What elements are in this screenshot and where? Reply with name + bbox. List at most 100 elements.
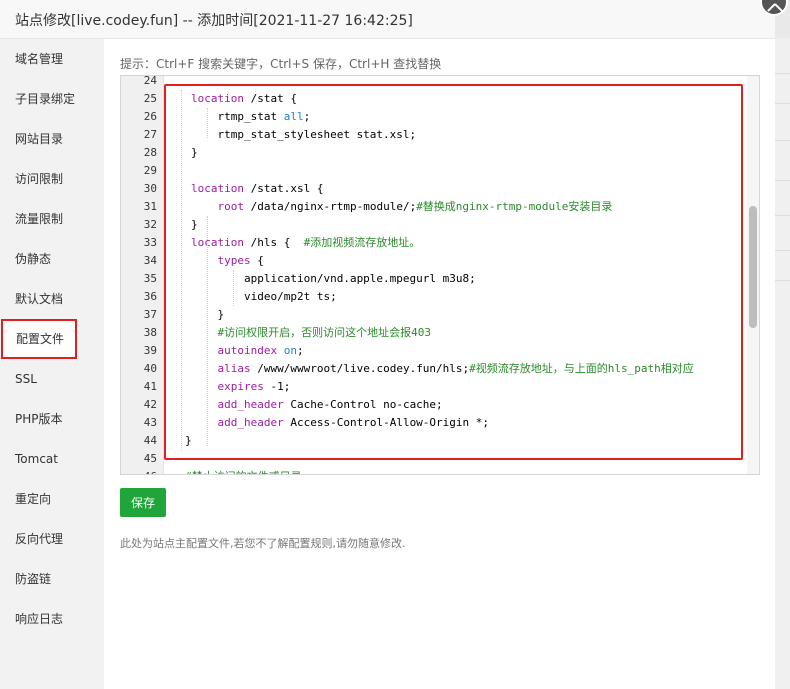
code-comment: #替换成nginx-rtmp-module安装目录 — [416, 200, 613, 213]
code-text: /data/nginx-rtmp-module/; — [244, 200, 417, 213]
code-keyword: root — [217, 200, 245, 213]
background-divider — [775, 73, 790, 74]
sidebar-item[interactable]: 子目录绑定 — [0, 79, 104, 119]
line-number: 34 — [143, 254, 157, 267]
site-edit-dialog: 站点修改[live.codey.fun] -- 添加时间[2021-11-27 … — [0, 0, 775, 689]
background-divider — [775, 280, 790, 281]
code-line: #访问权限开启，否则访问这个地址会报403 — [191, 324, 432, 342]
sidebar-nav: 域名管理 子目录绑定 网站目录 访问限制 流量限制 伪静态 默认文档 配置文件 SSL PHP版本… — [0, 39, 104, 689]
line-number: 40 — [143, 362, 157, 375]
background-divider — [775, 250, 790, 251]
code-text: on — [283, 344, 297, 357]
line-number: 46 — [121, 468, 157, 474]
code-text: } — [185, 434, 192, 447]
code-editor[interactable]: 24 25 26 27 28 29 30 31 32 33 34 35 36 37 38 39 40 41 42 43… — [120, 75, 760, 475]
code-line: alias /www/wwwroot/live.codey.fun/hls;#视… — [191, 360, 694, 378]
code-line: location /stat { — [191, 90, 297, 108]
code-line: types { — [191, 252, 264, 270]
code-keyword: add_header — [217, 398, 284, 411]
code-line: } — [191, 216, 198, 234]
line-number-gutter: 24 25 26 27 28 29 30 31 32 33 34 35 36 37 38 39 40 41 42 43… — [121, 75, 164, 474]
line-number: 45 — [143, 452, 157, 465]
code-keyword: add_header — [217, 416, 284, 429]
sidebar-item[interactable]: 防盗链 — [0, 559, 104, 599]
sidebar-item[interactable]: 域名管理 — [0, 39, 104, 79]
code-text: ; — [303, 110, 311, 123]
line-number: 29 — [143, 164, 157, 177]
sidebar-item[interactable]: 反向代理 — [0, 519, 104, 559]
code-keyword: location — [191, 182, 244, 195]
code-text: Access-Control-Allow-Origin *; — [283, 416, 490, 429]
line-number: 24 — [143, 75, 157, 87]
background-strip — [775, 38, 790, 689]
background-divider — [775, 215, 790, 216]
code-text: Cache-Control no-cache; — [283, 398, 443, 411]
code-keyword: expires — [217, 380, 264, 393]
sidebar-item[interactable]: SSL — [0, 359, 104, 399]
line-number: 28 — [143, 146, 157, 159]
sidebar-item[interactable]: 伪静态 — [0, 239, 104, 279]
code-line: rtmp_stat all; — [191, 108, 310, 126]
code-line: location /stat.xsl { — [191, 180, 323, 198]
editor-hint: 提示：Ctrl+F 搜索关键字，Ctrl+S 保存，Ctrl+H 查找替换 — [120, 57, 442, 71]
code-line: video/mp2t ts; — [191, 288, 337, 306]
line-number: 36 — [143, 290, 157, 303]
line-number: 38 — [143, 326, 157, 339]
dialog-titlebar: 站点修改[live.codey.fun] -- 添加时间[2021-11-27 … — [0, 0, 775, 39]
line-number: 25 — [143, 92, 157, 105]
config-warning-note: 此处为站点主配置文件,若您不了解配置规则,请勿随意修改. — [120, 537, 406, 550]
code-text: /stat.xsl { — [243, 182, 324, 195]
line-number: 44 — [143, 434, 157, 447]
code-line: expires -1; — [191, 378, 291, 396]
line-number: 41 — [143, 380, 157, 393]
line-number: 39 — [143, 344, 157, 357]
sidebar-item[interactable]: PHP版本 — [0, 399, 104, 439]
sidebar-item[interactable]: 网站目录 — [0, 119, 104, 159]
code-line: #禁止访问的文件或目录 — [185, 468, 302, 474]
sidebar-item[interactable]: 响应日志 — [0, 599, 104, 639]
editor-scrollbar-thumb[interactable] — [749, 206, 757, 328]
code-line: add_header Access-Control-Allow-Origin *… — [191, 414, 490, 432]
line-number: 27 — [143, 128, 157, 141]
code-keyword: autoindex — [217, 344, 278, 357]
line-number: 31 — [143, 200, 157, 213]
background-divider — [775, 140, 790, 141]
code-text: all — [283, 110, 304, 123]
code-keyword: location — [191, 236, 244, 249]
sidebar-item[interactable]: 访问限制 — [0, 159, 104, 199]
indent-guide — [207, 216, 208, 446]
code-keyword: alias — [217, 362, 251, 375]
indent-guide — [181, 90, 182, 450]
sidebar-item[interactable]: 重定向 — [0, 479, 104, 519]
code-text: { — [250, 254, 264, 267]
code-comment: #禁止访问的文件或目录 — [185, 470, 302, 474]
code-line: root /data/nginx-rtmp-module/;#替换成nginx-… — [191, 198, 613, 216]
code-text: video/mp2t ts; — [191, 290, 337, 303]
dialog-title: 站点修改[live.codey.fun] -- 添加时间[2021-11-27 … — [15, 13, 413, 29]
sidebar-item[interactable]: Tomcat — [0, 439, 104, 479]
code-line: rtmp_stat_stylesheet stat.xsl; — [191, 126, 416, 144]
sidebar-item[interactable]: 流量限制 — [0, 199, 104, 239]
code-text: rtmp_stat — [191, 110, 284, 123]
code-keyword: location — [191, 92, 244, 105]
line-number: 43 — [143, 416, 157, 429]
code-line: add_header Cache-Control no-cache; — [191, 396, 443, 414]
code-text: /hls { — [243, 236, 304, 249]
sidebar-item[interactable]: 默认文档 — [0, 279, 104, 319]
line-number: 37 — [143, 308, 157, 321]
save-button[interactable]: 保存 — [120, 488, 166, 517]
indent-guide — [207, 108, 208, 138]
background-divider — [775, 180, 790, 181]
sidebar-item[interactable]: 配置文件 — [1, 319, 77, 359]
code-comment: #访问权限开启，否则访问这个地址会报403 — [217, 326, 432, 339]
code-text: /stat { — [243, 92, 297, 105]
